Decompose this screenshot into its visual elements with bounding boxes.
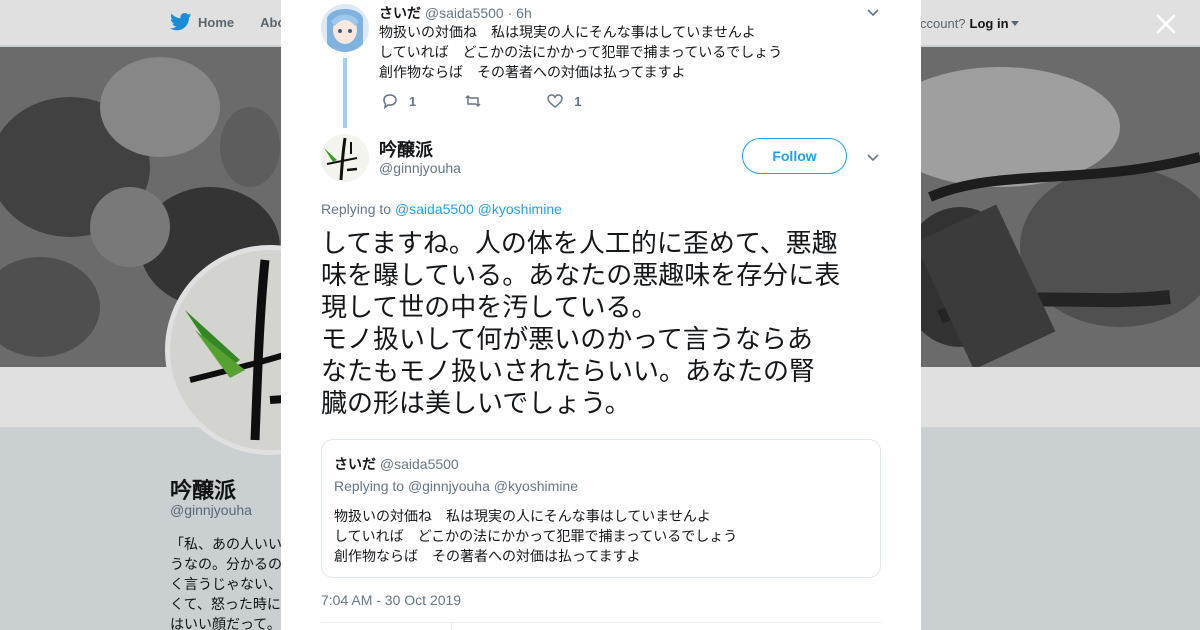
replying-prefix: Replying to: [321, 201, 392, 217]
replying-to: Replying to @ginnjyouha @kyoshimine: [334, 478, 578, 494]
replying-to: Replying to @saida5500 @kyoshimine: [321, 201, 562, 217]
nav-home-link[interactable]: Home: [198, 15, 234, 30]
mention: @kyoshimine: [493, 478, 579, 494]
tweet-header: さいだ @saida5500 · 6h: [379, 3, 532, 23]
retweet-button[interactable]: [464, 92, 498, 110]
divider: [321, 622, 881, 623]
author-name: さいだ: [334, 456, 376, 472]
bio-line: く言うじゃない、: [170, 576, 282, 592]
replying-prefix: Replying to: [334, 478, 405, 494]
tweet-line: 味を曝している。あなたの悪趣味を存分に表: [321, 260, 841, 290]
author-handle[interactable]: @saida5500: [425, 5, 504, 21]
tweet-line: していれば どこかの法にかかって犯罪で捕まっているでしょう: [379, 44, 783, 60]
chevron-down-icon[interactable]: [865, 4, 881, 20]
reply-count: 1: [409, 93, 417, 109]
tweet-line: 臓の形は美しいでしょう。: [321, 388, 631, 418]
main-tweet-header: 吟醸派 @ginnjyouha Follow: [321, 132, 891, 182]
bio-line: はいい顔だって。: [170, 616, 281, 630]
thread-line: [343, 58, 347, 128]
tweet-text: 物扱いの対価ね 私は現実の人にそんな事はしていませんよ していれば どこかの法に…: [379, 22, 782, 82]
tweet-line: 現して世の中を汚している。: [321, 292, 658, 322]
retweet-icon: [465, 94, 481, 108]
separator: ·: [507, 5, 513, 21]
avatar-image: [321, 134, 369, 182]
bio-line: 「私、あの人いい: [170, 536, 282, 552]
author-name[interactable]: さいだ: [379, 5, 421, 21]
account-prompt: ccount?: [920, 16, 966, 31]
quoted-tweet-text: 物扱いの対価ね 私は現実の人にそんな事はしていませんよ していれば どこかの法に…: [334, 506, 737, 566]
quoted-tweet-header: さいだ @saida5500: [334, 454, 459, 474]
tweet-line: なたもモノ扱いされたらいい。あなたの腎: [321, 356, 816, 386]
author-handle: @saida5500: [379, 456, 459, 472]
mention-link[interactable]: @saida5500: [395, 201, 474, 217]
follow-button[interactable]: Follow: [742, 138, 847, 174]
login-area: ccount? Log in: [920, 16, 1019, 31]
like-button[interactable]: 1: [546, 92, 581, 110]
tweet-time[interactable]: 6h: [516, 5, 532, 21]
heart-icon: [547, 94, 563, 108]
bio-line: うなの。分かるの: [170, 556, 282, 572]
tweet-line: していれば どこかの法にかかって犯罪で捕まっているでしょう: [334, 528, 738, 544]
profile-name: 吟醸派: [170, 478, 237, 503]
reply-button[interactable]: 1: [381, 92, 416, 110]
tweet-line: 創作物ならば その著者への対価は払ってますよ: [379, 64, 686, 80]
avatar-image: [321, 4, 369, 52]
close-icon[interactable]: [1152, 10, 1180, 38]
tweet-line: 物扱いの対価ね 私は現実の人にそんな事はしていませんよ: [334, 508, 711, 524]
profile-bio: 「私、あの人いい うなの。分かるの く言うじゃない、 くて、怒った時に はいい顔…: [170, 534, 282, 630]
chevron-down-icon[interactable]: [865, 149, 881, 165]
quoted-tweet[interactable]: さいだ @saida5500 Replying to @ginnjyouha @…: [321, 439, 881, 578]
tweet-line: 創作物ならば その著者への対価は払ってますよ: [334, 548, 641, 564]
mention-link[interactable]: @kyoshimine: [478, 201, 562, 217]
avatar[interactable]: [321, 134, 369, 182]
author-name[interactable]: 吟醸派: [379, 136, 433, 162]
reply-icon: [383, 94, 397, 110]
mention: @ginnjyouha: [407, 478, 490, 494]
stats-separator: [451, 622, 452, 630]
tweet-modal: さいだ @saida5500 · 6h 物扱いの対価ね 私は現実の人にそんな事は…: [281, 0, 921, 630]
bio-line: くて、怒った時に: [170, 596, 281, 612]
caret-down-icon[interactable]: [1010, 21, 1019, 26]
avatar[interactable]: [321, 4, 369, 52]
background-nav: Home Abo: [170, 13, 285, 31]
login-link[interactable]: Log in: [970, 16, 1009, 31]
tweet-line: モノ扱いして何が悪いのかって言うならあ: [321, 324, 813, 354]
tweet-timestamp[interactable]: 7:04 AM - 30 Oct 2019: [321, 592, 461, 608]
tweet-line: 物扱いの対価ね 私は現実の人にそんな事はしていませんよ: [379, 24, 756, 40]
profile-handle: @ginnjyouha: [170, 502, 252, 518]
tweet-line: してますね。人の体を人工的に歪めて、悪趣: [321, 228, 838, 258]
twitter-bird-icon[interactable]: [170, 13, 192, 31]
author-handle[interactable]: @ginnjyouha: [379, 160, 461, 176]
main-tweet-text: してますね。人の体を人工的に歪めて、悪趣 味を曝している。あなたの悪趣味を存分に…: [321, 227, 891, 419]
like-count: 1: [574, 93, 582, 109]
tweet-actions: 1 1: [381, 92, 629, 110]
